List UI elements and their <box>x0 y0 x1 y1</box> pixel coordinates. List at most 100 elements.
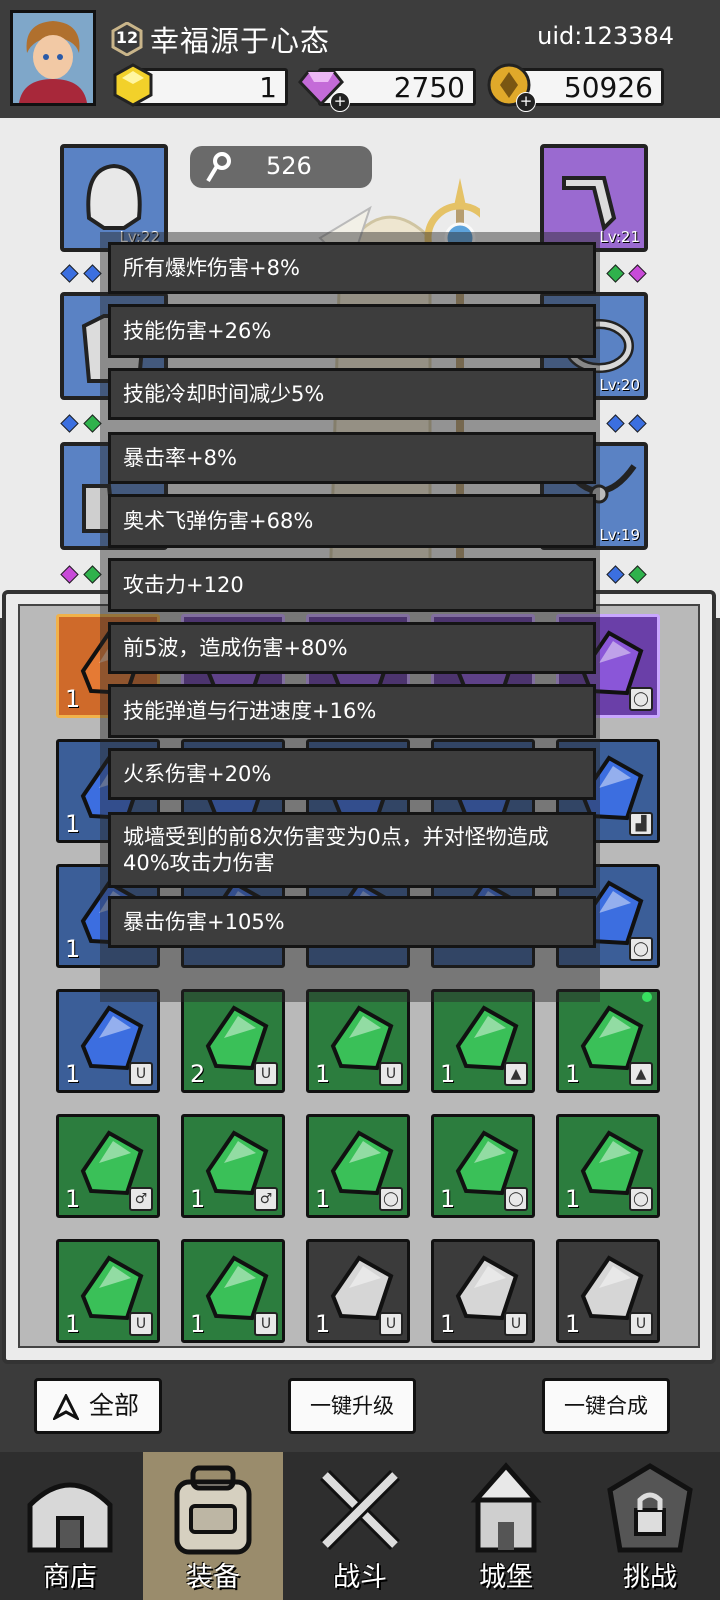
necklace-icon: ᑌ <box>629 1312 653 1336</box>
filter-all-label: 全部 <box>89 1391 140 1420</box>
merge-all-label: 一键合成 <box>564 1394 648 1418</box>
nav-label-challenge: 挑战 <box>623 1562 677 1593</box>
item-count: 1 <box>440 1185 456 1213</box>
level-badge: 12 <box>110 21 144 57</box>
inventory-item[interactable]: 1 ▲ <box>431 989 535 1093</box>
inventory-item[interactable]: 1 ◯ <box>431 1114 535 1218</box>
player-uid: uid:123384 <box>537 22 674 50</box>
necklace-icon: ᑌ <box>379 1312 403 1336</box>
castle-icon <box>470 1462 542 1553</box>
energy-value: 1 <box>259 71 277 104</box>
item-count: 1 <box>65 1060 81 1088</box>
inventory-item[interactable]: 1ᑌ <box>56 989 160 1093</box>
tooltip-attribute-line: 所有爆炸伤害+8% <box>108 242 596 294</box>
inventory-item[interactable]: 1 ♂ <box>56 1114 160 1218</box>
tooltip-attribute-line: 前5波，造成伤害+80% <box>108 622 596 674</box>
ring-icon: ◯ <box>629 687 653 711</box>
nav-label-battle: 战斗 <box>333 1562 387 1593</box>
equip-level: Lv:19 <box>599 526 640 544</box>
attribute-tooltip[interactable]: 所有爆炸伤害+8% 技能伤害+26% 技能冷却时间减少5% 暴击率+8% 奥术飞弹伤害+… <box>100 232 600 1002</box>
necklace-icon: ᑌ <box>504 1312 528 1336</box>
energy-crystal-icon <box>110 62 156 108</box>
crossed-swords-icon <box>320 1470 400 1550</box>
nav-label-shop: 商店 <box>43 1562 97 1593</box>
equip-level: Lv:20 <box>599 376 640 394</box>
equip-level: Lv:21 <box>599 228 640 246</box>
tooltip-attribute-line: 暴击伤害+105% <box>108 896 596 948</box>
nav-tab-shop[interactable]: 商店 <box>0 1452 140 1600</box>
nav-tab-equipment[interactable]: 装备 <box>143 1452 283 1600</box>
item-count: 1 <box>65 685 81 713</box>
nav-tab-castle[interactable]: 城堡 <box>436 1452 576 1600</box>
inventory-item[interactable]: 1ᑌ <box>431 1239 535 1343</box>
triangle-filter-icon <box>53 1394 79 1420</box>
tooltip-attribute-line: 技能弹道与行进速度+16% <box>108 684 596 738</box>
nav-tab-battle[interactable]: 战斗 <box>290 1452 430 1600</box>
item-count: 1 <box>65 935 81 963</box>
inventory-item[interactable]: 1 ▲ <box>556 989 660 1093</box>
inventory-item[interactable]: 1ᑌ <box>556 1239 660 1343</box>
locked-challenge-icon <box>607 1463 693 1553</box>
item-count: 1 <box>565 1185 581 1213</box>
tooltip-attribute-line: 攻击力+120 <box>108 558 596 612</box>
inventory-item[interactable]: 1 ◯ <box>556 1114 660 1218</box>
item-count: 1 <box>565 1310 581 1338</box>
gold-value: 50926 <box>563 71 653 104</box>
inventory-item[interactable]: 2ᑌ <box>181 989 285 1093</box>
inventory-item[interactable]: 1 ♂ <box>181 1114 285 1218</box>
nav-label-equipment: 装备 <box>186 1562 240 1593</box>
tooltip-attribute-line: 技能伤害+26% <box>108 304 596 358</box>
upgrade-all-button[interactable]: 一键升级 <box>288 1378 416 1434</box>
necklace-icon: ᑌ <box>129 1062 153 1086</box>
staff-icon: ♂ <box>254 1187 278 1211</box>
inventory-item[interactable]: 1ᑌ <box>306 1239 410 1343</box>
boot-icon: ▟ <box>629 812 653 836</box>
necklace-icon: ᑌ <box>254 1062 278 1086</box>
filter-all-button[interactable]: 全部 <box>34 1378 162 1434</box>
tooltip-attribute-line: 火系伤害+20% <box>108 748 596 800</box>
tooltip-attribute-line: 暴击率+8% <box>108 432 596 484</box>
top-header: 12 幸福源于心态 uid:123384 1 2750 + 50926 + <box>0 0 720 118</box>
necklace-icon: ᑌ <box>254 1312 278 1336</box>
item-count: 1 <box>565 1060 581 1088</box>
ring-icon: ◯ <box>629 937 653 961</box>
player-avatar[interactable] <box>10 10 96 106</box>
merge-all-button[interactable]: 一键合成 <box>542 1378 670 1434</box>
ring-icon: ◯ <box>504 1187 528 1211</box>
player-name: 幸福源于心态 <box>150 24 331 58</box>
inventory-item[interactable]: 1 ◯ <box>306 1114 410 1218</box>
diamond-value: 2750 <box>393 71 465 104</box>
item-count: 1 <box>315 1310 331 1338</box>
power-bar: 526 <box>190 146 372 188</box>
necklace-icon: ᑌ <box>379 1062 403 1086</box>
new-item-dot <box>642 992 652 1002</box>
staff-icon: ♂ <box>129 1187 153 1211</box>
item-count: 1 <box>65 1310 81 1338</box>
item-count: 1 <box>65 810 81 838</box>
nav-tab-challenge[interactable]: 挑战 <box>580 1452 720 1600</box>
backpack-icon <box>174 1465 252 1555</box>
upgrade-all-label: 一键升级 <box>310 1394 394 1418</box>
item-count: 1 <box>190 1185 206 1213</box>
staff-icon <box>206 152 231 183</box>
ring-icon: ◯ <box>379 1187 403 1211</box>
add-diamond-button[interactable]: + <box>330 92 350 112</box>
armor-icon: ▲ <box>629 1062 653 1086</box>
inventory-item[interactable]: 1ᑌ <box>181 1239 285 1343</box>
tooltip-attribute-line: 城墙受到的前8次伤害变为0点，并对怪物造成40%攻击力伤害 <box>108 812 596 888</box>
item-count: 1 <box>190 1310 206 1338</box>
shop-icon <box>27 1482 113 1553</box>
add-gold-button[interactable]: + <box>516 92 536 112</box>
tooltip-attribute-line: 奥术飞弹伤害+68% <box>108 494 596 548</box>
item-count: 1 <box>65 1185 81 1213</box>
nav-label-castle: 城堡 <box>479 1562 533 1593</box>
armor-icon: ▲ <box>504 1062 528 1086</box>
inventory-item[interactable]: 1ᑌ <box>306 989 410 1093</box>
item-count: 1 <box>440 1060 456 1088</box>
necklace-icon: ᑌ <box>129 1312 153 1336</box>
item-count: 2 <box>190 1060 206 1088</box>
item-count: 1 <box>315 1060 331 1088</box>
inventory-item[interactable]: 1ᑌ <box>56 1239 160 1343</box>
ring-icon: ◯ <box>629 1187 653 1211</box>
tooltip-attribute-line: 技能冷却时间减少5% <box>108 368 596 420</box>
